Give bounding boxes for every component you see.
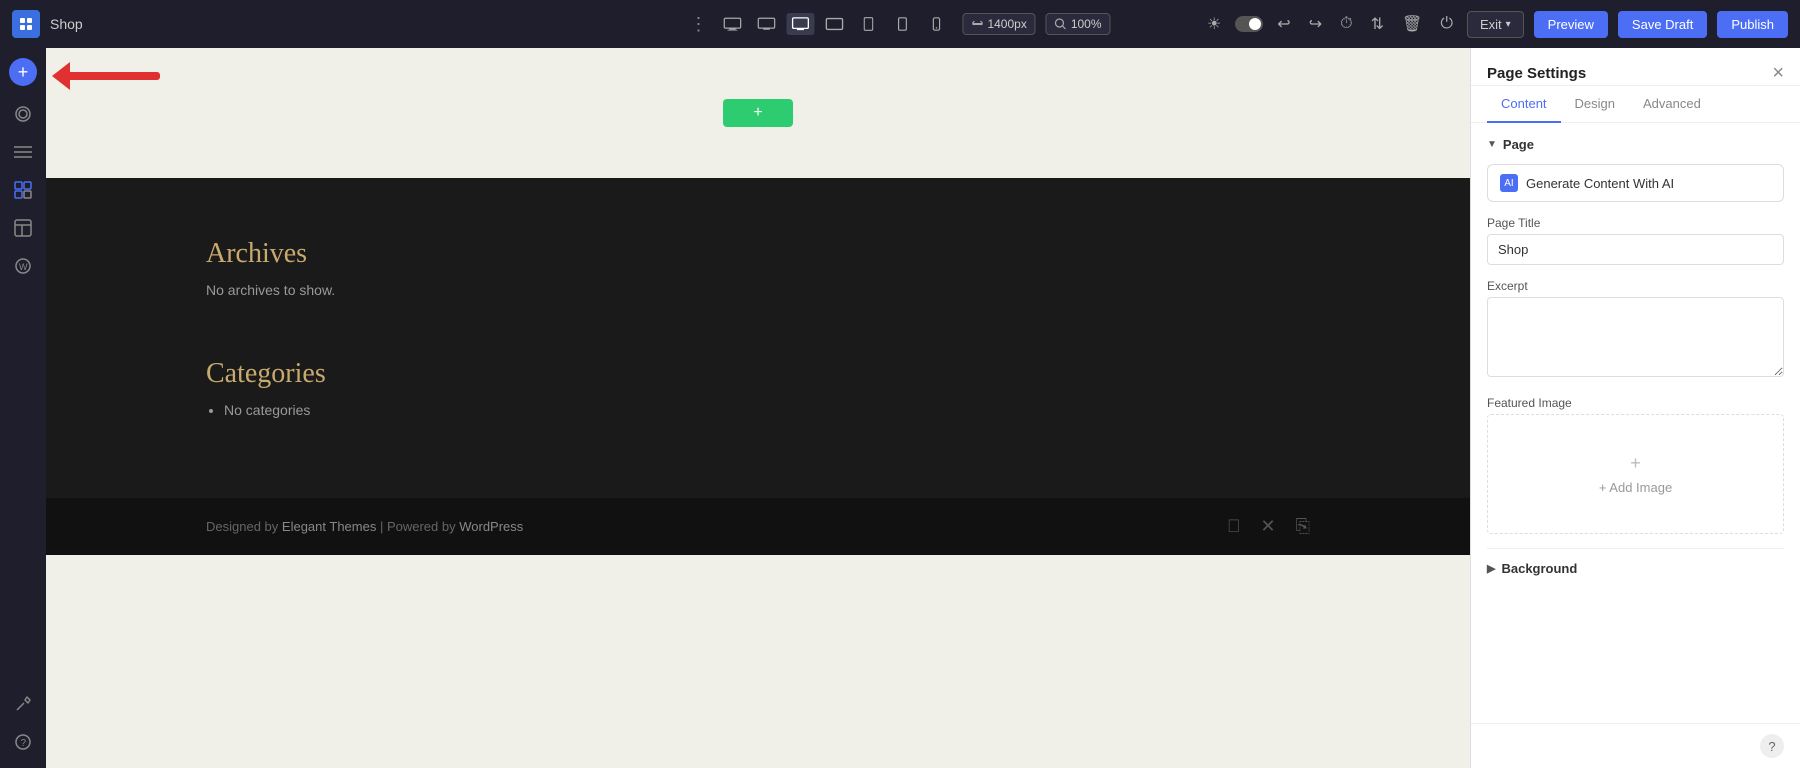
width-badge[interactable]: 1400px (962, 13, 1035, 35)
zoom-badge[interactable]: 100% (1046, 13, 1111, 35)
device-tablet-portrait[interactable] (854, 13, 882, 35)
toolbar-logo[interactable] (12, 10, 40, 38)
sidebar-item-templates[interactable] (7, 212, 39, 244)
wordpress-link[interactable]: WordPress (459, 519, 523, 534)
main-canvas: + Archives No archives to show. Categori… (46, 48, 1470, 768)
archives-text: No archives to show. (206, 282, 1310, 298)
panel-tabs: Content Design Advanced (1471, 86, 1800, 123)
facebook-icon[interactable]:  (1227, 516, 1241, 537)
twitter-x-icon[interactable]: ✕ (1261, 516, 1276, 537)
footer-text: Designed by Elegant Themes | Powered by … (206, 519, 523, 534)
svg-text:W: W (19, 262, 28, 272)
add-image-plus-icon: + (1630, 453, 1641, 474)
excerpt-label: Excerpt (1487, 279, 1784, 293)
add-section-button[interactable]: + (723, 99, 793, 127)
sidebar-item-elements[interactable] (7, 174, 39, 206)
featured-image-box[interactable]: + + Add Image (1487, 414, 1784, 534)
zoom-value: 100% (1071, 17, 1102, 31)
categories-item: No categories (224, 402, 1310, 418)
dark-section: Archives No archives to show. Categories… (46, 178, 1470, 498)
device-switcher: ⋮ 1400px 100% (689, 13, 1110, 35)
device-tablet-small[interactable] (888, 13, 916, 35)
elegant-themes-link[interactable]: Elegant Themes (282, 519, 376, 534)
arrow-head (52, 62, 70, 90)
background-section-header[interactable]: ▶ Background (1487, 548, 1784, 588)
chevron-down-icon: ▼ (1487, 139, 1497, 150)
left-sidebar: + W ? (0, 48, 46, 768)
save-draft-button[interactable]: Save Draft (1618, 11, 1707, 38)
page-title-input[interactable] (1487, 234, 1784, 265)
sidebar-item-layers[interactable] (7, 98, 39, 130)
toolbar-right: ☀ ↩ ↪ ⏱ ⇅ 🗑 ⏻ Exit ▾ Preview Save Draft … (1203, 10, 1788, 38)
page-name: Shop (50, 16, 83, 32)
page-section-label: Page (1503, 137, 1534, 152)
sidebar-item-tools[interactable] (7, 688, 39, 720)
trash-btn[interactable]: 🗑 (1398, 10, 1426, 38)
arrow-indicator (52, 62, 160, 90)
settings-icon-btn[interactable]: ⇅ (1367, 10, 1388, 38)
preview-button[interactable]: Preview (1534, 11, 1608, 38)
archives-title: Archives (206, 238, 1310, 270)
footer-social-icons:  ✕ ⎘ (1227, 516, 1310, 537)
toolbar-dots: ⋮ (689, 14, 708, 35)
panel-footer: ? (1471, 723, 1800, 768)
chevron-right-icon: ▶ (1487, 562, 1495, 575)
top-toolbar: Shop ⋮ 1400px 100% (0, 0, 1800, 48)
width-value: 1400px (987, 17, 1026, 31)
panel-header: Page Settings × (1471, 48, 1800, 86)
canvas-bottom (46, 555, 1470, 755)
featured-image-label: Featured Image (1487, 396, 1784, 410)
history-btn[interactable]: ⏱ (1336, 11, 1356, 37)
redo-btn[interactable]: ↪ (1305, 10, 1326, 38)
exit-button[interactable]: Exit ▾ (1467, 11, 1524, 38)
theme-toggle[interactable] (1235, 16, 1263, 32)
device-desktop-medium[interactable] (786, 13, 814, 35)
sidebar-item-list[interactable] (7, 136, 39, 168)
device-phone[interactable] (922, 13, 950, 35)
right-panel: Page Settings × Content Design Advanced … (1470, 48, 1800, 768)
undo-btn[interactable]: ↩ (1273, 10, 1294, 38)
tab-advanced[interactable]: Advanced (1629, 86, 1715, 123)
panel-title: Page Settings (1487, 65, 1586, 82)
sidebar-item-help[interactable]: ? (7, 726, 39, 758)
featured-image-field-group: Featured Image + + Add Image (1487, 396, 1784, 534)
arrow-body (70, 72, 160, 80)
panel-close-button[interactable]: × (1772, 62, 1784, 85)
publish-button[interactable]: Publish (1717, 11, 1788, 38)
sun-icon-btn[interactable]: ☀ (1203, 10, 1225, 38)
page-title-label: Page Title (1487, 216, 1784, 230)
excerpt-field-group: Excerpt (1487, 279, 1784, 382)
tab-content[interactable]: Content (1487, 86, 1561, 123)
device-tablet-landscape[interactable] (820, 13, 848, 35)
rss-icon[interactable]: ⎘ (1296, 516, 1310, 537)
power-btn[interactable]: ⏻ (1436, 11, 1457, 37)
svg-text:?: ? (21, 738, 27, 749)
tab-design[interactable]: Design (1561, 86, 1629, 123)
ai-btn-label: Generate Content With AI (1526, 176, 1674, 191)
add-element-button[interactable]: + (9, 58, 37, 86)
footer-bar: Designed by Elegant Themes | Powered by … (46, 498, 1470, 555)
ai-icon: AI (1500, 174, 1518, 192)
help-button[interactable]: ? (1760, 734, 1784, 758)
device-desktop-large[interactable] (718, 13, 746, 35)
device-desktop[interactable] (752, 13, 780, 35)
page-section-header[interactable]: ▼ Page (1487, 137, 1784, 152)
canvas-top-area: + (46, 48, 1470, 178)
excerpt-input[interactable] (1487, 297, 1784, 377)
add-image-label: + Add Image (1599, 480, 1672, 495)
sidebar-item-woo[interactable]: W (7, 250, 39, 282)
panel-body: ▼ Page AI Generate Content With AI Page … (1471, 123, 1800, 723)
page-title-field-group: Page Title (1487, 216, 1784, 265)
ai-generate-button[interactable]: AI Generate Content With AI (1487, 164, 1784, 202)
categories-title: Categories (206, 358, 1310, 390)
background-label: Background (1501, 561, 1577, 576)
